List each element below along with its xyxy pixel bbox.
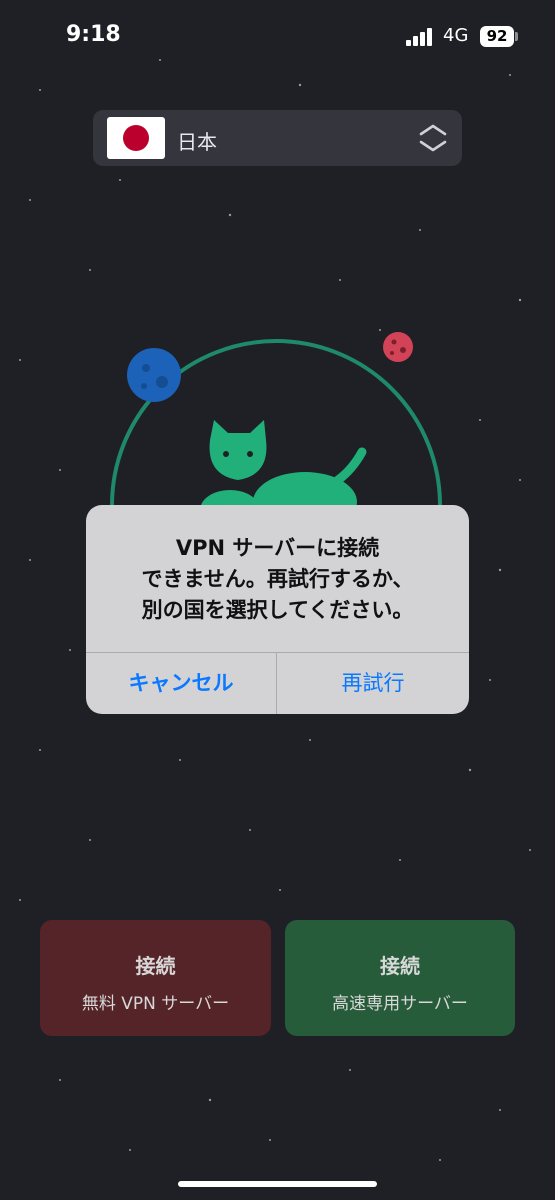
alert-message-line: VPN サーバーに接続 — [175, 536, 380, 560]
blue-planet-icon — [127, 348, 181, 402]
alert-message-line: できません。再試行するか、 — [141, 567, 414, 591]
connect-free-vpn-button[interactable]: 接続 無料 VPN サーバー — [40, 920, 271, 1036]
connect-fast-subtitle: 高速専用サーバー — [332, 994, 468, 1014]
japan-flag-icon — [107, 117, 165, 159]
alert-message-line: 別の国を選択してください。 — [141, 598, 414, 622]
connect-fast-server-button[interactable]: 接続 高速専用サーバー — [285, 920, 515, 1036]
country-selector[interactable]: 日本 — [93, 110, 462, 166]
country-name: 日本 — [177, 130, 217, 154]
battery-tip — [515, 32, 518, 41]
vpn-cat-illustration — [110, 332, 442, 520]
home-indicator[interactable] — [178, 1181, 377, 1187]
status-time: 9:18 — [66, 22, 121, 47]
connect-fast-title: 接続 — [380, 954, 420, 978]
status-bar: 9:18 4G 92 — [0, 0, 555, 70]
battery-icon: 92 — [480, 26, 514, 47]
connection-error-alert: VPN サーバーに接続 できません。再試行するか、 別の国を選択してください。 … — [86, 505, 469, 714]
cancel-button[interactable]: キャンセル — [86, 653, 276, 714]
connect-free-subtitle: 無料 VPN サーバー — [81, 994, 230, 1014]
connect-free-title: 接続 — [135, 954, 176, 978]
red-planet-icon — [383, 332, 413, 362]
cellular-signal-icon — [406, 28, 432, 46]
chevron-up-down-icon — [419, 124, 447, 152]
alert-message: VPN サーバーに接続 できません。再試行するか、 別の国を選択してください。 — [86, 533, 469, 626]
retry-button[interactable]: 再試行 — [277, 653, 469, 714]
network-type-label: 4G — [443, 25, 469, 46]
